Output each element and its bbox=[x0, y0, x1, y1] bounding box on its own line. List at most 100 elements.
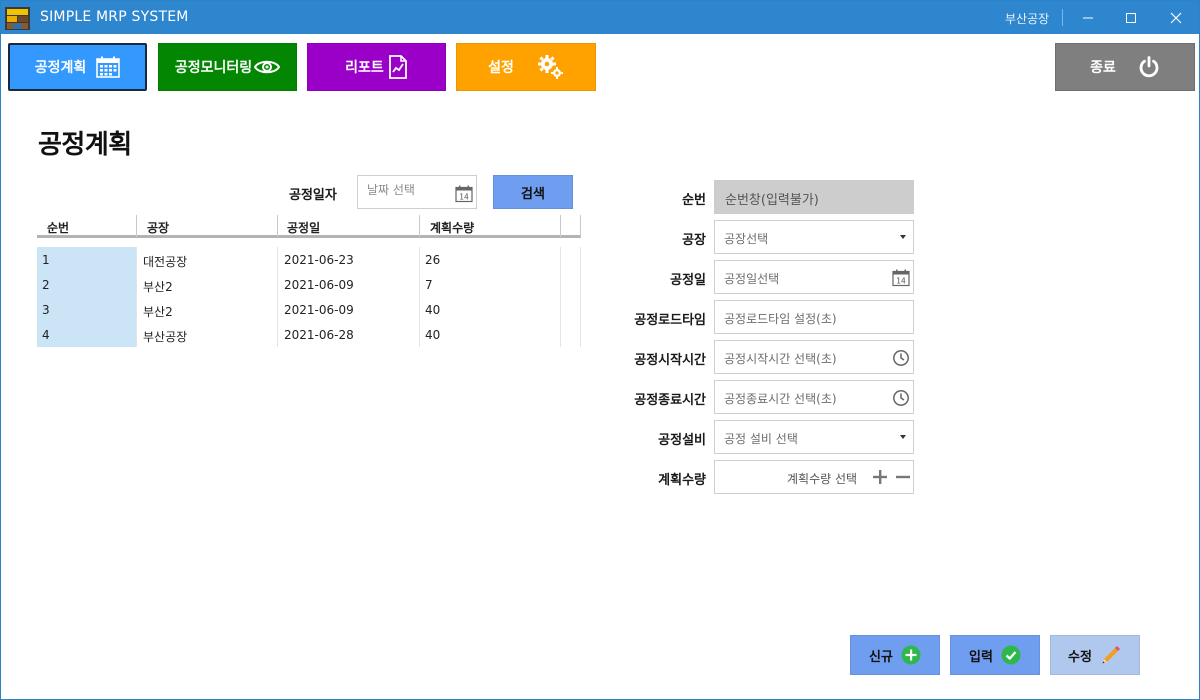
table-row[interactable]: 2 부산2 2021-06-09 7 bbox=[37, 272, 561, 297]
start-time-label: 공정시작시간 bbox=[634, 353, 706, 368]
edit-button-label: 수정 bbox=[1068, 649, 1092, 665]
grid-line bbox=[580, 247, 581, 347]
calendar-icon[interactable]: 14 bbox=[455, 185, 473, 203]
chevron-down-icon[interactable] bbox=[900, 235, 906, 239]
process-date-placeholder: 공정일선택 bbox=[724, 272, 780, 286]
new-button-label: 신규 bbox=[869, 649, 893, 665]
column-divider[interactable] bbox=[136, 215, 137, 237]
column-header-seq[interactable]: 순번 bbox=[47, 219, 69, 236]
nav-report-label: 리포트 bbox=[345, 60, 384, 76]
table-row[interactable]: 3 부산2 2021-06-09 40 bbox=[37, 297, 561, 322]
equipment-select[interactable]: 공정 설비 선택 bbox=[714, 420, 914, 454]
clock-icon[interactable] bbox=[892, 389, 910, 407]
process-date-label: 공정일 bbox=[670, 273, 706, 288]
plant-select[interactable]: 공장선택 bbox=[714, 220, 914, 254]
end-time-placeholder: 공정종료시간 선택(초) bbox=[724, 392, 837, 406]
lead-time-placeholder: 공정로드타임 설정(초) bbox=[724, 312, 837, 326]
row-index-cell: 1 bbox=[37, 247, 136, 272]
end-time-picker[interactable]: 공정종료시간 선택(초) bbox=[714, 380, 914, 414]
cell-seq: 3 bbox=[42, 303, 50, 317]
eye-icon bbox=[254, 58, 281, 76]
insert-button[interactable]: 입력 bbox=[950, 635, 1040, 675]
grid-header: 순번 공장 공정일 계획수량 bbox=[37, 213, 581, 238]
cell-date: 2021-06-23 bbox=[284, 253, 354, 267]
report-icon bbox=[388, 55, 408, 79]
cell-seq: 1 bbox=[42, 253, 50, 267]
gears-icon bbox=[537, 54, 564, 80]
equipment-select-placeholder: 공정 설비 선택 bbox=[724, 432, 798, 446]
chevron-down-icon[interactable] bbox=[900, 435, 906, 439]
cell-plant: 부산2 bbox=[143, 280, 173, 294]
cell-date: 2021-06-28 bbox=[284, 328, 354, 342]
plant-label: 공장 bbox=[682, 233, 706, 248]
exit-button[interactable]: 종료 bbox=[1055, 43, 1195, 91]
column-divider[interactable] bbox=[277, 215, 278, 237]
cell-qty: 26 bbox=[425, 253, 441, 267]
search-date-placeholder: 날짜 선택 bbox=[367, 183, 415, 197]
nav-monitor-button[interactable]: 공정모니터링 bbox=[158, 43, 297, 91]
nav-plan-button[interactable]: 공정계획 bbox=[8, 43, 147, 91]
maximize-button[interactable] bbox=[1111, 1, 1151, 34]
nav-settings-button[interactable]: 설정 bbox=[456, 43, 596, 91]
seq-label: 순번 bbox=[682, 193, 706, 208]
svg-text:14: 14 bbox=[459, 193, 469, 202]
minimize-button[interactable] bbox=[1068, 1, 1108, 34]
nav-monitor-label: 공정모니터링 bbox=[174, 60, 253, 76]
app-window: SIMPLE MRP SYSTEM 부산공장 공정계획 공정모니터링 리포트 설… bbox=[0, 0, 1200, 700]
quantity-stepper[interactable]: 계획수량 선택 bbox=[714, 460, 914, 494]
close-button[interactable] bbox=[1156, 1, 1196, 34]
cell-seq: 4 bbox=[42, 328, 50, 342]
title-bar[interactable]: SIMPLE MRP SYSTEM 부산공장 bbox=[1, 1, 1199, 34]
start-time-placeholder: 공정시작시간 선택(초) bbox=[724, 352, 837, 366]
minimize-icon bbox=[1083, 17, 1093, 18]
power-icon bbox=[1138, 56, 1160, 78]
column-divider[interactable] bbox=[419, 215, 420, 237]
pencil-icon bbox=[1102, 646, 1120, 664]
cell-qty: 40 bbox=[425, 303, 441, 317]
quantity-placeholder: 계획수량 선택 bbox=[787, 472, 858, 486]
start-time-picker[interactable]: 공정시작시간 선택(초) bbox=[714, 340, 914, 374]
close-icon bbox=[1170, 12, 1182, 23]
plant-select-placeholder: 공장선택 bbox=[724, 232, 769, 246]
cell-seq: 2 bbox=[42, 278, 50, 292]
cell-qty: 7 bbox=[425, 278, 433, 292]
plus-icon[interactable] bbox=[872, 469, 888, 485]
table-row[interactable]: 4 부산공장 2021-06-28 40 bbox=[37, 322, 561, 347]
column-header-plant[interactable]: 공장 bbox=[147, 219, 169, 236]
nav-report-button[interactable]: 리포트 bbox=[307, 43, 446, 91]
table-row[interactable]: 1 대전공장 2021-06-23 26 bbox=[37, 247, 561, 272]
minus-icon[interactable] bbox=[895, 469, 911, 485]
add-circle-icon bbox=[901, 645, 921, 665]
maximize-icon bbox=[1126, 12, 1136, 23]
clock-icon[interactable] bbox=[892, 349, 910, 367]
equipment-label: 공정설비 bbox=[658, 433, 706, 448]
grid-body: 1 대전공장 2021-06-23 26 2 부산2 2021-06-09 7 … bbox=[37, 247, 581, 347]
calendar-icon bbox=[96, 56, 121, 78]
column-divider[interactable] bbox=[560, 215, 561, 237]
app-title: SIMPLE MRP SYSTEM bbox=[40, 9, 189, 25]
row-index-cell: 4 bbox=[37, 322, 136, 347]
page-title: 공정계획 bbox=[38, 130, 132, 160]
plan-data-grid[interactable]: 순번 공장 공정일 계획수량 1 대전공장 2021-06-23 26 2 부산… bbox=[37, 213, 581, 347]
lead-time-input[interactable]: 공정로드타임 설정(초) bbox=[714, 300, 914, 334]
search-button[interactable]: 검색 bbox=[493, 175, 573, 209]
new-button[interactable]: 신규 bbox=[850, 635, 940, 675]
edit-button[interactable]: 수정 bbox=[1050, 635, 1140, 675]
search-date-label: 공정일자 bbox=[289, 188, 337, 203]
row-index-cell: 3 bbox=[37, 297, 136, 322]
end-time-label: 공정종료시간 bbox=[634, 393, 706, 408]
title-separator bbox=[1062, 9, 1063, 26]
seq-field-value: 순번창(입력불가) bbox=[725, 193, 819, 208]
cell-plant: 대전공장 bbox=[143, 255, 188, 269]
quantity-label: 계획수량 bbox=[658, 473, 706, 488]
lead-time-label: 공정로드타임 bbox=[634, 313, 706, 328]
seq-field: 순번창(입력불가) bbox=[714, 180, 914, 214]
calendar-icon[interactable]: 14 bbox=[892, 269, 910, 287]
column-header-date[interactable]: 공정일 bbox=[287, 219, 320, 236]
svg-text:14: 14 bbox=[896, 277, 906, 286]
column-header-qty[interactable]: 계획수량 bbox=[430, 219, 474, 236]
process-date-picker[interactable]: 공정일선택 14 bbox=[714, 260, 914, 294]
exit-label: 종료 bbox=[1090, 60, 1116, 76]
search-date-picker[interactable]: 날짜 선택 14 bbox=[357, 175, 477, 209]
app-logo-icon bbox=[5, 7, 30, 30]
